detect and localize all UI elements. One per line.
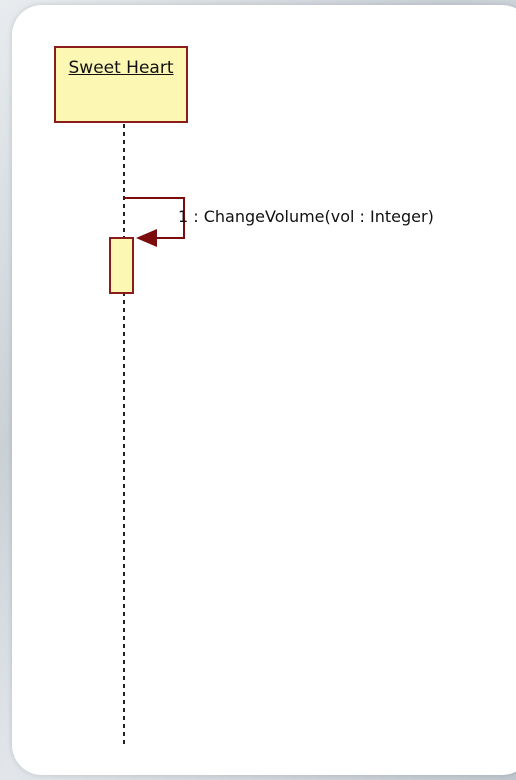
lifeline-title: Sweet Heart bbox=[68, 58, 174, 78]
lifeline-header-sweet-heart[interactable]: Sweet Heart bbox=[54, 46, 188, 123]
message-label: 1 : ChangeVolume(vol : Integer) bbox=[178, 207, 434, 226]
